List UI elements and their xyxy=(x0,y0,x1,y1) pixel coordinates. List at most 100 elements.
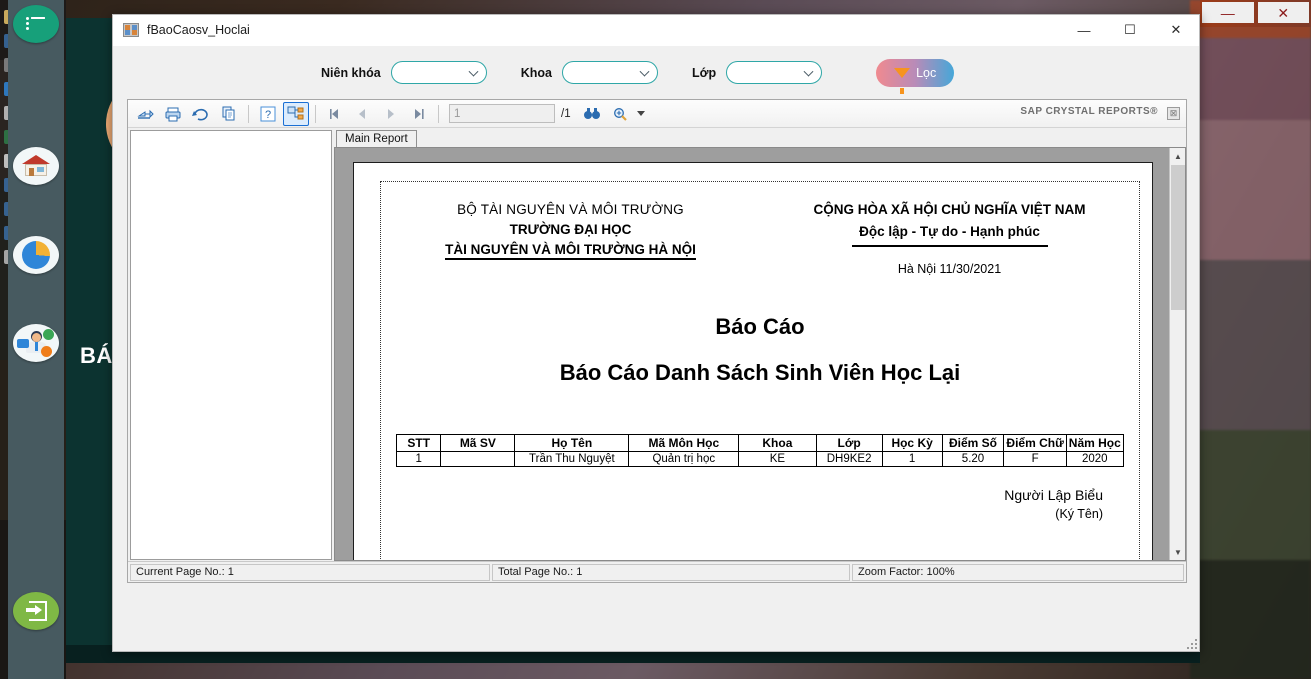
nation-block: CỘNG HÒA XÃ HỘI CHỦ NGHĨA VIỆT NAM Độc l… xyxy=(760,202,1139,276)
exit-icon xyxy=(25,601,47,621)
khoa-select[interactable] xyxy=(562,61,658,84)
zoom-icon[interactable] xyxy=(607,102,633,126)
lop-select[interactable] xyxy=(726,61,823,84)
tab-main-report[interactable]: Main Report xyxy=(336,130,417,147)
table-cell: 1 xyxy=(881,451,943,467)
table-header-điểm-chữ: Điểm Chữ xyxy=(1003,434,1067,452)
support-agent-icon xyxy=(17,329,54,357)
table-cell: F xyxy=(1003,451,1067,467)
table-cell: Quản trị học xyxy=(628,451,740,467)
page-number-input[interactable] xyxy=(449,104,555,123)
table-header-học-kỳ: Học Kỳ xyxy=(881,434,943,452)
table-header-row: STT Mã SV Họ Tên Mã Môn Học Khoa Lớp Học Kỳ Điể… xyxy=(396,434,1124,452)
page-total-label: /1 xyxy=(561,107,571,120)
application-icon xyxy=(123,23,139,37)
support-icon-background xyxy=(13,324,59,362)
sidebar-item-support[interactable] xyxy=(12,323,60,363)
sap-brand-label: SAP CRYSTAL REPORTS® xyxy=(1020,106,1158,117)
signature-block: Người Lập Biểu (Ký Tên) xyxy=(381,487,1139,521)
resize-grip[interactable] xyxy=(1185,637,1197,649)
table-cell: KE xyxy=(738,451,817,467)
current-page-status: Current Page No.: 1 xyxy=(130,563,490,581)
org-name-underlined: TÀI NGUYÊN VÀ MÔI TRƯỜNG HÀ NỘI xyxy=(445,242,696,260)
statistics-icon-background xyxy=(13,236,59,274)
scroll-down-button[interactable]: ▼ xyxy=(1170,544,1185,560)
filter-button[interactable]: Lọc xyxy=(876,58,955,94)
next-page-icon[interactable] xyxy=(378,102,404,126)
background-minimize-button[interactable]: — xyxy=(1202,2,1254,23)
group-tree-panel[interactable] xyxy=(130,130,332,560)
house-icon xyxy=(22,155,50,177)
previous-page-icon[interactable] xyxy=(350,102,376,126)
place-and-date: Hà Nội 11/30/2021 xyxy=(897,262,1002,276)
org-university-line: TRƯỜNG ĐẠI HỌC xyxy=(509,222,632,237)
sidebar-item-menu[interactable] xyxy=(12,4,60,44)
table-header-stt: STT xyxy=(396,434,442,452)
toolbar-separator xyxy=(248,104,249,123)
funnel-icon xyxy=(894,67,911,94)
signer-role: Người Lập Biểu xyxy=(1004,487,1103,503)
report-dialog-window: fBaoCaosv_Hoclai — ☐ ✕ Niên khóa Khoa Lớ… xyxy=(112,14,1200,652)
viewer-statusbar: Current Page No.: 1 Total Page No.: 1 Zo… xyxy=(128,561,1186,582)
filter-bar: Niên khóa Khoa Lớp Lọc xyxy=(113,46,1199,99)
home-icon-background xyxy=(13,147,59,185)
table-cell xyxy=(440,451,516,467)
organization-block: BỘ TÀI NGUYÊN VÀ MÔI TRƯỜNG TRƯỜNG ĐẠI H… xyxy=(381,202,760,276)
menu-icon-background xyxy=(13,5,59,43)
copy-icon[interactable] xyxy=(216,102,242,126)
nation-motto: Độc lập - Tự do - Hạnh phúc xyxy=(859,224,1040,239)
table-header-năm-học: Năm Học xyxy=(1065,434,1124,452)
scroll-up-button[interactable]: ▲ xyxy=(1170,148,1185,164)
refresh-icon[interactable] xyxy=(188,102,214,126)
signer-note: (Ký Tên) xyxy=(1055,507,1103,521)
group-tree-icon[interactable] xyxy=(283,101,309,126)
table-header-điểm-số: Điểm Số xyxy=(941,434,1005,452)
chevron-down-icon xyxy=(803,66,814,77)
nien-khoa-select[interactable] xyxy=(390,61,487,84)
org-ministry-line: BỘ TÀI NGUYÊN VÀ MÔI TRƯỜNG xyxy=(457,202,684,217)
sidebar-item-logout[interactable] xyxy=(12,591,60,631)
table-header-lớp: Lớp xyxy=(815,434,883,452)
table-cell: 1 xyxy=(396,451,442,467)
print-icon[interactable] xyxy=(160,102,186,126)
filter-button-label: Lọc xyxy=(916,65,937,80)
table-header-khoa: Khoa xyxy=(738,434,817,452)
zoom-factor-status: Zoom Factor: 100% xyxy=(852,563,1184,581)
brand-close-icon[interactable]: ⊠ xyxy=(1167,107,1180,120)
desktop-wallpaper-right xyxy=(1190,0,1311,679)
report-vertical-scrollbar[interactable]: ▲ ▼ xyxy=(1169,148,1185,560)
background-close-button[interactable]: ✕ xyxy=(1257,2,1309,23)
last-page-icon[interactable] xyxy=(406,102,432,126)
background-window-controls[interactable]: — ✕ xyxy=(1200,0,1311,27)
nien-khoa-label: Niên khóa xyxy=(321,65,381,80)
table-cell: DH9KE2 xyxy=(815,451,883,467)
table-cell: Trần Thu Nguyệt xyxy=(514,451,630,467)
first-page-icon[interactable] xyxy=(322,102,348,126)
report-subtitle: Báo Cáo Danh Sách Sinh Viên Học Lại xyxy=(559,360,961,385)
report-area: Main Report BỘ TÀI NGUYÊN VÀ MÔI TRƯỜNG … xyxy=(334,128,1186,561)
table-header-mã-môn-học: Mã Môn Học xyxy=(628,434,740,452)
dialog-titlebar: fBaoCaosv_Hoclai — ☐ ✕ xyxy=(113,15,1199,46)
org-name-line: TÀI NGUYÊN VÀ MÔI TRƯỜNG HÀ NỘI xyxy=(381,242,760,260)
viewer-body: Main Report BỘ TÀI NGUYÊN VÀ MÔI TRƯỜNG … xyxy=(128,128,1186,561)
sidebar-item-home[interactable] xyxy=(12,146,60,186)
pie-chart-icon xyxy=(22,241,50,269)
report-page-content: BỘ TÀI NGUYÊN VÀ MÔI TRƯỜNG TRƯỜNG ĐẠI H… xyxy=(380,181,1140,560)
student-retake-table: STT Mã SV Họ Tên Mã Môn Học Khoa Lớp Học Kỳ Điể… xyxy=(396,434,1124,467)
help-icon[interactable]: ? xyxy=(255,102,281,126)
table-cell: 2020 xyxy=(1065,451,1124,467)
table-header-mã-sv: Mã SV xyxy=(440,434,516,452)
minimize-button[interactable]: — xyxy=(1061,15,1107,46)
nation-title: CỘNG HÒA XÃ HỘI CHỦ NGHĨA VIỆT NAM xyxy=(813,202,1086,217)
close-button[interactable]: ✕ xyxy=(1153,15,1199,46)
maximize-button[interactable]: ☐ xyxy=(1107,15,1153,46)
export-icon[interactable] xyxy=(132,102,158,126)
chevron-down-icon xyxy=(468,66,479,77)
report-scroll-container[interactable]: BỘ TÀI NGUYÊN VÀ MÔI TRƯỜNG TRƯỜNG ĐẠI H… xyxy=(334,147,1186,561)
chevron-down-icon[interactable] xyxy=(636,111,645,116)
toolbar-separator xyxy=(315,104,316,123)
nation-rule xyxy=(851,245,1048,247)
scrollbar-thumb[interactable] xyxy=(1171,165,1185,310)
sidebar-item-statistics[interactable] xyxy=(12,235,60,275)
binoculars-search-icon[interactable] xyxy=(579,102,605,126)
